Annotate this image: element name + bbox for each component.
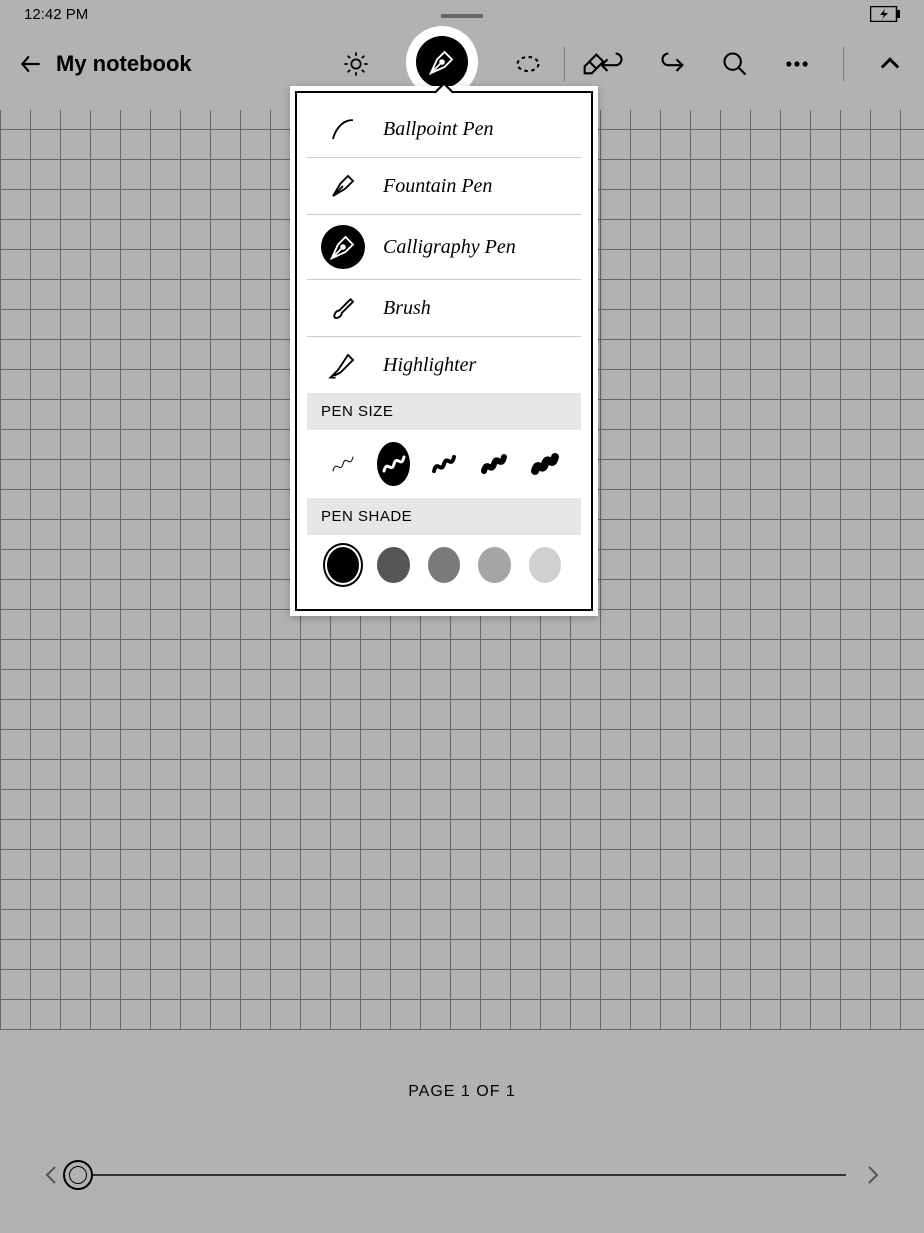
next-page-button[interactable] (860, 1163, 884, 1187)
clock: 12:42 PM (24, 6, 88, 23)
back-arrow-icon (18, 51, 44, 77)
divider (843, 47, 844, 81)
chevron-up-icon (876, 50, 904, 78)
search-icon (721, 50, 749, 78)
pen-shade-4[interactable] (478, 547, 510, 583)
pen-shade-5[interactable] (529, 547, 561, 583)
status-bar: 12:42 PM (0, 0, 924, 28)
collapse-button[interactable] (874, 48, 906, 80)
calligraphy-pen-icon (321, 225, 365, 269)
pen-option-fountain[interactable]: Fountain Pen (307, 158, 581, 215)
page-indicator: PAGE 1 OF 1 (408, 1083, 516, 1101)
pen-nib-icon (427, 47, 457, 77)
pen-option-brush[interactable]: Brush (307, 280, 581, 337)
page-slider-track[interactable] (78, 1174, 846, 1176)
pen-option-highlighter[interactable]: Highlighter (307, 337, 581, 393)
divider (564, 47, 565, 81)
search-button[interactable] (719, 48, 751, 80)
pen-size-1[interactable] (327, 442, 359, 486)
right-tools (564, 47, 906, 81)
page-slider (0, 1163, 924, 1187)
ballpoint-pen-icon (321, 111, 365, 147)
pen-option-label: Highlighter (383, 354, 476, 377)
page-slider-thumb[interactable] (63, 1160, 93, 1190)
footer: PAGE 1 OF 1 (0, 1033, 924, 1233)
pen-shade-1[interactable] (327, 547, 359, 583)
redo-button[interactable] (657, 48, 689, 80)
undo-icon (597, 50, 625, 78)
sun-icon (342, 50, 370, 78)
drag-handle-icon[interactable] (441, 14, 483, 18)
more-icon (783, 50, 811, 78)
pen-size-3[interactable] (428, 442, 460, 486)
lasso-button[interactable] (512, 48, 544, 80)
pen-shade-header: PEN SHADE (307, 498, 581, 535)
pen-size-2[interactable] (377, 442, 409, 486)
battery-charging-icon (870, 6, 900, 22)
more-button[interactable] (781, 48, 813, 80)
fountain-pen-icon (321, 168, 365, 204)
pen-shade-3[interactable] (428, 547, 460, 583)
redo-icon (659, 50, 687, 78)
pen-size-5[interactable] (529, 442, 561, 486)
brush-pen-icon (321, 290, 365, 326)
pen-size-header: PEN SIZE (307, 393, 581, 430)
undo-button[interactable] (595, 48, 627, 80)
pen-option-label: Brush (383, 297, 431, 320)
pen-option-label: Calligraphy Pen (383, 236, 516, 259)
pen-option-calligraphy[interactable]: Calligraphy Pen (307, 215, 581, 280)
highlighter-pen-icon (321, 347, 365, 383)
notebook-title: My notebook (56, 51, 192, 77)
pen-option-label: Fountain Pen (383, 175, 492, 198)
brightness-button[interactable] (340, 48, 372, 80)
prev-page-button[interactable] (40, 1163, 64, 1187)
pen-option-label: Ballpoint Pen (383, 118, 494, 141)
lasso-icon (514, 50, 542, 78)
pen-popover: Ballpoint Pen Fountain Pen Calligraphy Pen… (290, 86, 598, 616)
pen-option-ballpoint[interactable]: Ballpoint Pen (307, 97, 581, 158)
back-button[interactable]: My notebook (18, 51, 192, 77)
pen-size-4[interactable] (478, 442, 510, 486)
pen-shade-2[interactable] (377, 547, 409, 583)
